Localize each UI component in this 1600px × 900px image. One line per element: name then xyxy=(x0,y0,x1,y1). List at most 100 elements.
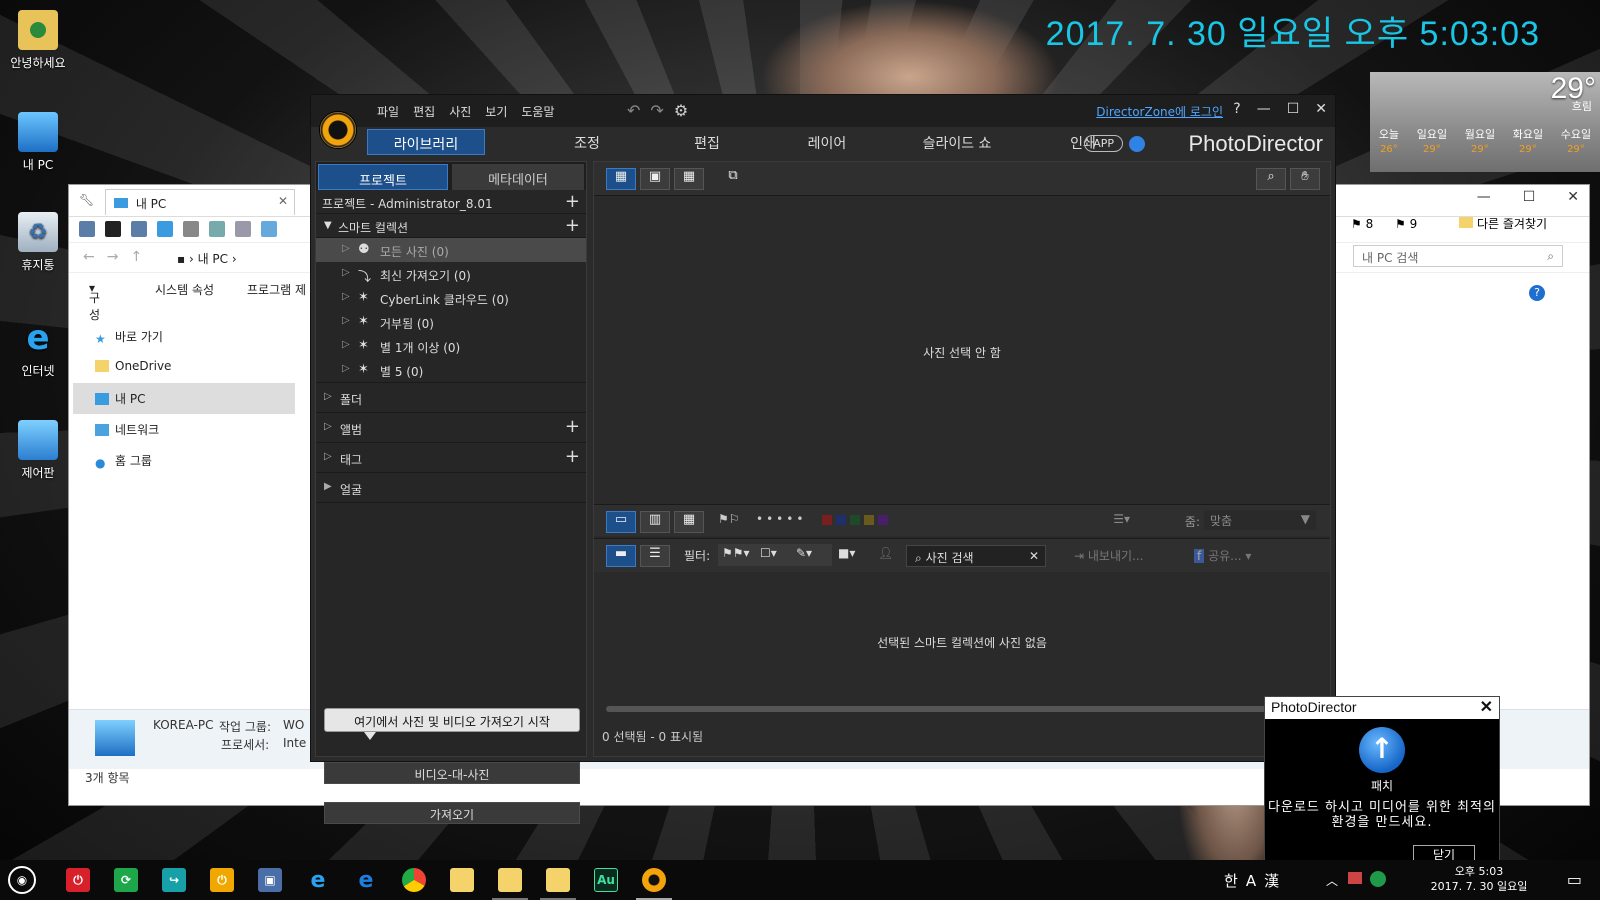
expand-icon[interactable]: ▷ xyxy=(342,339,350,350)
close-icon[interactable]: ✕ xyxy=(1480,697,1493,717)
collection-item-five-star[interactable]: ▷ ✶ 별 5 (0) xyxy=(316,358,586,383)
filter-frame-dropdown[interactable]: ☐▾ xyxy=(756,544,796,566)
thumb-size-large-icon[interactable]: ▭ xyxy=(606,511,636,533)
notification-bell-icon[interactable] xyxy=(1129,136,1145,152)
expand-icon[interactable]: ▷ xyxy=(342,291,350,302)
toolbar-icon[interactable] xyxy=(209,221,225,237)
organize-button[interactable]: 구성 ▾ xyxy=(89,281,100,322)
breadcrumb-item[interactable]: 내 PC xyxy=(198,252,228,266)
maximize-button[interactable]: ☐ xyxy=(1523,189,1536,205)
toolbar-icon[interactable] xyxy=(131,221,147,237)
zoom-magnifier-icon[interactable]: ⌕ xyxy=(1256,168,1286,190)
collection-item-recent-import[interactable]: ▷ ⤵ 최신 가져오기 (0) xyxy=(316,262,586,286)
power-orange-icon[interactable]: ⏻ xyxy=(210,868,234,892)
minimize-button[interactable]: — xyxy=(1257,101,1271,117)
nav-arrows[interactable]: ←→↑ xyxy=(83,249,154,265)
color-label-swatch[interactable] xyxy=(850,515,860,525)
color-label-swatch[interactable] xyxy=(822,515,832,525)
settings-gear-icon[interactable]: ⚙ xyxy=(674,101,688,120)
tab-edit[interactable]: 편집 xyxy=(667,129,747,155)
power-red-icon[interactable]: ⏻ xyxy=(66,868,90,892)
thumb-size-medium-icon[interactable]: ▥ xyxy=(640,511,670,533)
section-albums[interactable]: ▷ 앨범 + xyxy=(316,413,586,443)
chrome-icon[interactable] xyxy=(402,868,426,892)
explorer-tab[interactable]: 내 PC ✕ xyxy=(105,189,295,215)
menu-photo[interactable]: 사진 xyxy=(449,103,471,120)
explorer-search-input[interactable]: 내 PC 검색 ⌕ xyxy=(1353,245,1563,267)
video-to-photo-button[interactable]: 비디오-대-사진 xyxy=(324,762,580,784)
help-button[interactable]: ? xyxy=(1233,101,1240,117)
app-badge-button[interactable]: APP xyxy=(1084,135,1123,152)
favorite-flag[interactable]: ⚑ 8 xyxy=(1351,217,1373,231)
tab-metadata[interactable]: 메타데이터 xyxy=(452,164,584,190)
desktop-icon-hello[interactable]: 안녕하세요 xyxy=(0,10,76,71)
audition-icon[interactable]: Au xyxy=(594,868,618,892)
other-favorites-button[interactable]: 다른 즐겨찾기 xyxy=(1459,215,1547,232)
desktop-icon-my-pc[interactable]: 내 PC xyxy=(0,112,76,173)
chevron-up-icon[interactable]: ︿ xyxy=(1326,872,1338,889)
photodirector-window[interactable]: 파일 편집 사진 보기 도움말 ↶ ↷ ⚙ DirectorZone에 로그인 … xyxy=(310,94,1336,824)
collection-item-cloud[interactable]: ▷ ✶ CyberLink 클라우드 (0) xyxy=(316,286,586,310)
list-view-details-icon[interactable]: ☰ xyxy=(640,545,670,567)
minimize-button[interactable]: — xyxy=(1477,189,1491,205)
color-label-swatch[interactable] xyxy=(864,515,874,525)
menu-file[interactable]: 파일 xyxy=(377,103,399,120)
view-single-icon[interactable]: ▣ xyxy=(640,168,670,190)
favorite-flag[interactable]: ⚑ 9 xyxy=(1395,217,1417,231)
action-center-icon[interactable]: ▭ xyxy=(1567,870,1582,889)
clear-search-icon[interactable]: ✕ xyxy=(1029,549,1039,563)
ime-indicator[interactable]: 한A漢 xyxy=(1224,870,1287,891)
tab-layers[interactable]: 레이어 xyxy=(787,129,867,155)
folder-icon[interactable] xyxy=(546,868,570,892)
weather-widget[interactable]: 29° 흐림 오늘 26° 일요일 29° 월요일 29° 화요일 29° 수요일 29° xyxy=(1370,72,1600,172)
pan-hand-icon[interactable]: ✋︎ xyxy=(1290,168,1320,190)
desktop-icon-recycle-bin[interactable]: ♻ 휴지통 xyxy=(0,212,76,273)
collection-item-rejected[interactable]: ▷ ✶ 거부됨 (0) xyxy=(316,310,586,334)
patch-notification[interactable]: PhotoDirector ✕ ↑ 패치 다운로드 하시고 미디어를 위한 최적… xyxy=(1264,696,1500,863)
breadcrumb[interactable]: ▪ › 내 PC › xyxy=(177,250,237,267)
add-project-icon[interactable]: + xyxy=(565,191,580,212)
zoom-select[interactable]: 맞춤 ▼ xyxy=(1204,510,1316,530)
tray-status-icon[interactable] xyxy=(1370,871,1386,887)
tab-slideshow[interactable]: 슬라이드 쇼 xyxy=(907,129,1007,155)
color-label-swatch[interactable] xyxy=(878,515,888,525)
maximize-button[interactable]: ☐ xyxy=(1287,101,1300,117)
filter-color-dropdown[interactable]: ■▾ xyxy=(834,544,868,566)
taskbar-clock[interactable]: 오후 5:03 2017. 7. 30 일요일 xyxy=(1424,864,1534,894)
section-faces[interactable]: ▶ 얼굴 xyxy=(316,473,586,503)
network-tool-icon[interactable]: ▣ xyxy=(258,868,282,892)
add-album-icon[interactable]: + xyxy=(565,416,580,437)
smart-collection-header[interactable]: ▼ 스마트 컬렉션 + xyxy=(316,214,586,238)
directorzone-login-link[interactable]: DirectorZone에 로그인 xyxy=(1096,103,1223,120)
close-tab-icon[interactable]: ✕ xyxy=(278,194,288,208)
rating-dots[interactable]: ••••• xyxy=(756,512,806,526)
nav-item-onedrive[interactable]: OneDrive xyxy=(73,352,295,383)
add-person-icon[interactable]: 👤︎ xyxy=(878,546,893,560)
tray-app-icon[interactable] xyxy=(1348,872,1362,884)
sort-icon[interactable]: ☰▾ xyxy=(1113,512,1130,526)
close-button[interactable]: ✕ xyxy=(1315,101,1327,117)
section-tags[interactable]: ▷ 태그 + xyxy=(316,443,586,473)
folder-icon[interactable] xyxy=(498,868,522,892)
wrench-icon[interactable]: 🔧︎ xyxy=(79,193,94,207)
collection-item-one-star[interactable]: ▷ ✶ 별 1개 이상 (0) xyxy=(316,334,586,358)
export-button[interactable]: ⇥ 내보내기... xyxy=(1074,547,1143,564)
nav-item-homegroup[interactable]: ● 홈 그룹 xyxy=(73,445,295,476)
add-smart-collection-icon[interactable]: + xyxy=(565,215,580,236)
tab-library[interactable]: 라이브러리 xyxy=(367,129,485,155)
view-grid-icon[interactable]: ▦ xyxy=(674,168,704,190)
color-label-swatch[interactable] xyxy=(836,515,846,525)
system-properties-button[interactable]: 시스템 속성 xyxy=(155,281,214,298)
edge-browser-icon[interactable]: e xyxy=(354,868,378,893)
expand-icon[interactable]: ▷ xyxy=(342,315,350,326)
start-button-icon[interactable]: ◉ xyxy=(8,866,36,894)
undo-icon[interactable]: ↶ xyxy=(627,101,640,120)
collection-item-all-photos[interactable]: ▷ ⚉ 모든 사진 (0) xyxy=(316,238,586,262)
toolbar-icon[interactable] xyxy=(79,221,95,237)
close-button[interactable]: ✕ xyxy=(1567,189,1579,205)
expand-icon[interactable]: ▷ xyxy=(342,267,350,278)
nav-item-quick-access[interactable]: ★ 바로 가기 xyxy=(73,321,295,352)
expand-icon[interactable]: ▷ xyxy=(342,243,350,254)
menu-view[interactable]: 보기 xyxy=(485,103,507,120)
sign-out-icon[interactable]: ↪ xyxy=(162,868,186,892)
